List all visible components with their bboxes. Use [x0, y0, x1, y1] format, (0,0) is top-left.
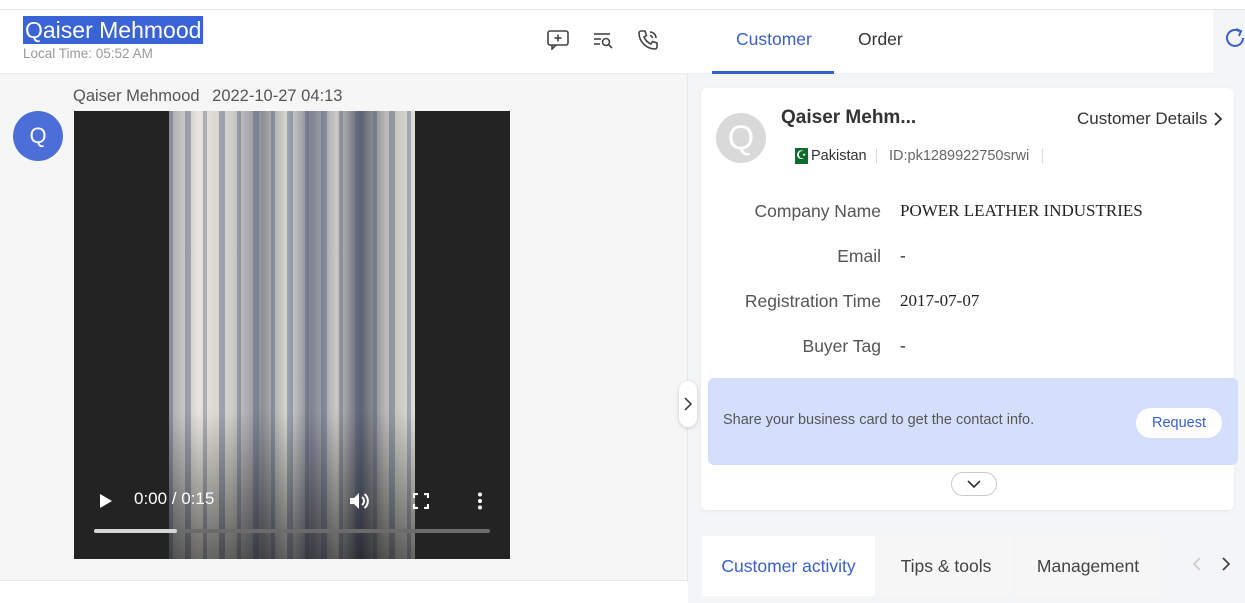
volume-icon[interactable]	[346, 488, 372, 514]
tab-customer-activity[interactable]: Customer activity	[702, 536, 875, 596]
scroll-right-icon[interactable]	[1216, 554, 1236, 574]
message-sender: Qaiser Mehmood	[73, 87, 200, 105]
pakistan-flag-icon	[790, 147, 808, 164]
company-name-label: Company Name	[754, 201, 881, 221]
tab-order[interactable]: Order	[858, 29, 903, 50]
email-value: -	[900, 246, 906, 265]
sender-avatar[interactable]: Q	[13, 111, 63, 161]
buyer-tag-value: -	[900, 336, 906, 355]
video-progress-bar[interactable]	[94, 529, 490, 533]
contact-name[interactable]: Qaiser Mehmood	[23, 16, 204, 44]
customer-details-link[interactable]: Customer Details	[1077, 109, 1223, 129]
call-history-icon[interactable]	[636, 28, 660, 52]
more-options-icon[interactable]	[467, 488, 493, 514]
bottom-tab-bar: Customer activity Tips & tools Managemen…	[701, 536, 1245, 603]
customer-name: Qaiser Mehm...	[781, 107, 917, 128]
chevron-down-icon	[967, 480, 981, 489]
customer-pane: Customer Order Q Qaiser Mehm... Customer…	[688, 10, 1245, 603]
registration-time-value: 2017-07-07	[900, 291, 980, 310]
add-comment-icon[interactable]	[546, 28, 570, 52]
message-input-area[interactable]	[0, 580, 688, 603]
customer-id: ID:pk1289922750srwi	[889, 148, 1030, 164]
message-timestamp: 2022-10-27 04:13	[212, 87, 343, 105]
customer-country: Pakistan	[811, 148, 867, 164]
customer-card: Q Qaiser Mehm... Customer Details Pakist…	[701, 88, 1238, 510]
tab-customer[interactable]: Customer	[736, 29, 812, 50]
tab-management[interactable]: Management	[1017, 536, 1159, 596]
video-shade	[169, 411, 415, 559]
search-list-icon[interactable]	[591, 28, 615, 52]
company-name-value: POWER LEATHER INDUSTRIES	[900, 201, 1143, 220]
chat-header: Qaiser Mehmood Local Time: 05:52 AM	[0, 10, 688, 74]
customer-avatar: Q	[716, 113, 766, 163]
fullscreen-icon[interactable]	[408, 488, 434, 514]
play-icon[interactable]	[94, 489, 118, 513]
customer-details-label: Customer Details	[1077, 109, 1208, 128]
tab-bar: Customer Order	[688, 10, 1213, 74]
banner-text: Share your business card to get the cont…	[723, 412, 1035, 428]
tab-tips-tools[interactable]: Tips & tools	[881, 536, 1011, 596]
local-time: Local Time: 05:52 AM	[23, 46, 153, 61]
request-button[interactable]: Request	[1136, 408, 1222, 438]
collapse-panel-handle[interactable]	[679, 381, 697, 427]
registration-time-label: Registration Time	[744, 291, 881, 311]
email-label: Email	[837, 246, 881, 266]
active-tab-indicator	[712, 71, 834, 74]
refresh-icon[interactable]	[1223, 26, 1245, 50]
message-meta: Qaiser Mehmood 2022-10-27 04:13	[73, 87, 342, 106]
divider	[1042, 148, 1043, 164]
buyer-tag-label: Buyer Tag	[802, 336, 881, 356]
business-card-banner: Share your business card to get the cont…	[708, 378, 1238, 465]
divider	[876, 148, 877, 164]
video-time: 0:00 / 0:15	[134, 489, 215, 508]
scroll-left-icon[interactable]	[1187, 554, 1207, 574]
chevron-right-icon	[1214, 112, 1223, 126]
expand-button[interactable]	[951, 472, 997, 496]
chat-pane: Qaiser Mehmood Local Time: 05:52 AM Qais…	[0, 10, 688, 603]
video-progress-fill	[94, 529, 178, 533]
video-player[interactable]: 0:00 / 0:15	[74, 111, 510, 559]
